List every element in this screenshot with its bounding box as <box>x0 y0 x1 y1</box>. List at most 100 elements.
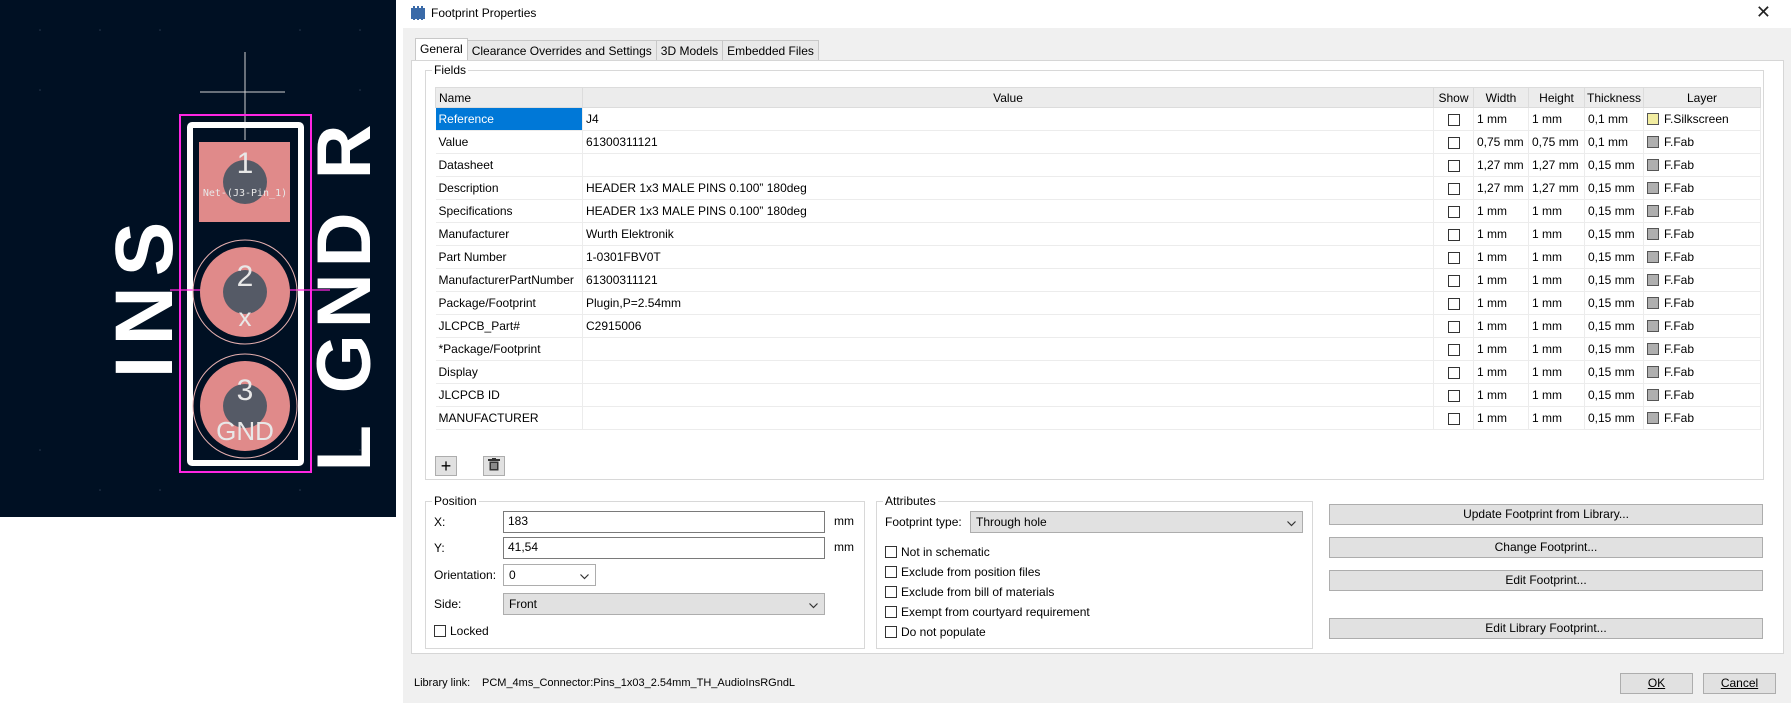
field-value-cell[interactable] <box>582 153 1434 177</box>
change-footprint-button[interactable]: Change Footprint... <box>1329 537 1763 558</box>
field-height-cell[interactable]: 1 mm <box>1528 245 1585 269</box>
show-checkbox[interactable] <box>1447 412 1460 425</box>
field-thickness-cell[interactable]: 0,15 mm <box>1584 222 1644 246</box>
exclude-bom-checkbox[interactable]: Exclude from bill of materials <box>885 585 1054 599</box>
field-width-cell[interactable]: 1 mm <box>1473 314 1529 338</box>
column-header-layer[interactable]: Layer <box>1643 87 1761 108</box>
field-layer-cell[interactable]: F.Fab <box>1643 153 1761 177</box>
ok-button[interactable]: OK <box>1620 673 1693 694</box>
field-height-cell[interactable]: 1 mm <box>1528 199 1585 223</box>
field-thickness-cell[interactable]: 0,15 mm <box>1584 176 1644 200</box>
field-name-cell[interactable]: Part Number <box>435 245 583 269</box>
field-show-cell[interactable] <box>1433 383 1474 407</box>
exempt-courtyard-checkbox[interactable]: Exempt from courtyard requirement <box>885 605 1090 619</box>
field-row[interactable]: ManufacturerPartNumber 61300311121 1 mm 1 m… <box>435 268 1761 292</box>
cancel-button[interactable]: Cancel <box>1703 673 1776 694</box>
field-thickness-cell[interactable]: 0,15 mm <box>1584 245 1644 269</box>
show-checkbox[interactable] <box>1447 343 1460 356</box>
field-thickness-cell[interactable]: 0,15 mm <box>1584 268 1644 292</box>
field-row[interactable]: Package/Footprint Plugin,P=2.54mm 1 mm 1 mm… <box>435 291 1761 315</box>
field-layer-cell[interactable]: F.Fab <box>1643 383 1761 407</box>
field-layer-cell[interactable]: F.Fab <box>1643 360 1761 384</box>
field-name-cell[interactable]: Reference <box>435 107 583 131</box>
show-checkbox[interactable] <box>1447 113 1460 126</box>
column-header-value[interactable]: Value <box>582 87 1434 108</box>
do-not-populate-checkbox[interactable]: Do not populate <box>885 625 986 639</box>
exclude-position-files-checkbox[interactable]: Exclude from position files <box>885 565 1040 579</box>
field-layer-cell[interactable]: F.Fab <box>1643 130 1761 154</box>
show-checkbox[interactable] <box>1447 205 1460 218</box>
field-thickness-cell[interactable]: 0,15 mm <box>1584 360 1644 384</box>
not-in-schematic-checkbox[interactable]: Not in schematic <box>885 545 990 559</box>
field-height-cell[interactable]: 1 mm <box>1528 314 1585 338</box>
show-checkbox[interactable] <box>1447 251 1460 264</box>
field-height-cell[interactable]: 1 mm <box>1528 337 1585 361</box>
exempt-courtyard-box[interactable] <box>885 606 897 618</box>
field-value-cell[interactable]: HEADER 1x3 MALE PINS 0.100” 180deg <box>582 199 1434 223</box>
field-name-cell[interactable]: Package/Footprint <box>435 291 583 315</box>
field-height-cell[interactable]: 1,27 mm <box>1528 153 1585 177</box>
tab-clearance-overrides[interactable]: Clearance Overrides and Settings <box>466 40 657 60</box>
show-checkbox[interactable] <box>1447 389 1460 402</box>
field-row[interactable]: Part Number 1-0301FBV0T 1 mm 1 mm 0,15 mm F.F… <box>435 245 1761 269</box>
field-name-cell[interactable]: *Package/Footprint <box>435 337 583 361</box>
field-value-cell[interactable]: 1-0301FBV0T <box>582 245 1434 269</box>
field-layer-cell[interactable]: F.Fab <box>1643 176 1761 200</box>
field-thickness-cell[interactable]: 0,15 mm <box>1584 199 1644 223</box>
field-row[interactable]: Specifications HEADER 1x3 MALE PINS 0.100… <box>435 199 1761 223</box>
field-show-cell[interactable] <box>1433 337 1474 361</box>
column-header-name[interactable]: Name <box>435 87 583 108</box>
field-thickness-cell[interactable]: 0,15 mm <box>1584 337 1644 361</box>
field-thickness-cell[interactable]: 0,1 mm <box>1584 107 1644 131</box>
field-show-cell[interactable] <box>1433 245 1474 269</box>
field-value-cell[interactable]: Wurth Elektronik <box>582 222 1434 246</box>
not-in-schematic-box[interactable] <box>885 546 897 558</box>
field-show-cell[interactable] <box>1433 360 1474 384</box>
field-name-cell[interactable]: ManufacturerPartNumber <box>435 268 583 292</box>
locked-checkbox-box[interactable] <box>434 625 446 637</box>
field-width-cell[interactable]: 1 mm <box>1473 291 1529 315</box>
field-layer-cell[interactable]: F.Fab <box>1643 291 1761 315</box>
field-width-cell[interactable]: 1 mm <box>1473 406 1529 430</box>
field-layer-cell[interactable]: F.Fab <box>1643 199 1761 223</box>
edit-library-footprint-button[interactable]: Edit Library Footprint... <box>1329 618 1763 639</box>
field-width-cell[interactable]: 1 mm <box>1473 245 1529 269</box>
field-name-cell[interactable]: Manufacturer <box>435 222 583 246</box>
field-height-cell[interactable]: 1 mm <box>1528 383 1585 407</box>
show-checkbox[interactable] <box>1447 274 1460 287</box>
field-show-cell[interactable] <box>1433 291 1474 315</box>
field-show-cell[interactable] <box>1433 107 1474 131</box>
field-show-cell[interactable] <box>1433 222 1474 246</box>
field-height-cell[interactable]: 1 mm <box>1528 360 1585 384</box>
field-show-cell[interactable] <box>1433 314 1474 338</box>
field-thickness-cell[interactable]: 0,15 mm <box>1584 406 1644 430</box>
field-show-cell[interactable] <box>1433 176 1474 200</box>
pcb-canvas[interactable]: 1 Net-(J3-Pin_1) 2 x 3 GND INS L GND R <box>0 0 396 517</box>
field-value-cell[interactable]: Plugin,P=2.54mm <box>582 291 1434 315</box>
field-show-cell[interactable] <box>1433 130 1474 154</box>
orientation-combo[interactable]: 0 <box>503 564 596 586</box>
field-layer-cell[interactable]: F.Fab <box>1643 245 1761 269</box>
column-header-width[interactable]: Width <box>1473 87 1529 108</box>
delete-field-button[interactable] <box>483 456 505 476</box>
field-value-cell[interactable]: 61300311121 <box>582 268 1434 292</box>
field-layer-cell[interactable]: F.Fab <box>1643 337 1761 361</box>
column-header-show[interactable]: Show <box>1433 87 1474 108</box>
field-height-cell[interactable]: 1,27 mm <box>1528 176 1585 200</box>
field-width-cell[interactable]: 1 mm <box>1473 107 1529 131</box>
field-thickness-cell[interactable]: 0,15 mm <box>1584 383 1644 407</box>
field-width-cell[interactable]: 1,27 mm <box>1473 153 1529 177</box>
field-thickness-cell[interactable]: 0,15 mm <box>1584 314 1644 338</box>
field-row[interactable]: Value 61300311121 0,75 mm 0,75 mm 0,1 mm F.Fa… <box>435 130 1761 154</box>
field-value-cell[interactable]: HEADER 1x3 MALE PINS 0.100” 180deg <box>582 176 1434 200</box>
pad-2[interactable]: 2 x <box>192 239 298 345</box>
field-name-cell[interactable]: JLCPCB_Part# <box>435 314 583 338</box>
field-row[interactable]: Reference J4 1 mm 1 mm 0,1 mm F.Silkscreen <box>435 107 1761 131</box>
exclude-position-files-box[interactable] <box>885 566 897 578</box>
field-layer-cell[interactable]: F.Fab <box>1643 406 1761 430</box>
exclude-bom-box[interactable] <box>885 586 897 598</box>
field-height-cell[interactable]: 1 mm <box>1528 268 1585 292</box>
column-header-height[interactable]: Height <box>1528 87 1585 108</box>
field-width-cell[interactable]: 1 mm <box>1473 383 1529 407</box>
side-combo[interactable]: Front <box>503 593 825 615</box>
